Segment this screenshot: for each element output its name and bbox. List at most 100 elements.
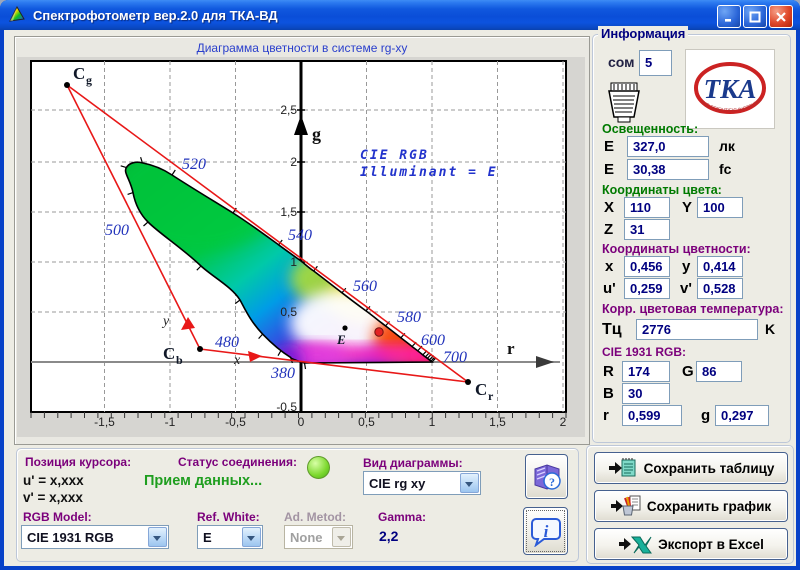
info-button[interactable]: i bbox=[523, 507, 568, 555]
point-e bbox=[342, 325, 347, 330]
chart-panel: Диаграмма цветности в системе rg-xy bbox=[14, 36, 590, 445]
save-table-label: Сохранить таблицу bbox=[644, 461, 775, 476]
rgb-model-value: CIE 1931 RGB bbox=[27, 530, 114, 545]
y-tick: 0,5 bbox=[280, 305, 297, 319]
x-tick: 1 bbox=[429, 415, 436, 429]
tka-logo-text: ТКА bbox=[704, 74, 757, 104]
save-graph-button[interactable]: Сохранить график bbox=[594, 490, 788, 522]
xyz-title: Координаты цвета: bbox=[602, 183, 722, 197]
ad-metod-value: None bbox=[290, 530, 323, 545]
cct-field[interactable]: 2776 bbox=[636, 319, 758, 340]
annotation-line2: Illuminant = E bbox=[360, 165, 498, 180]
r-field[interactable]: 174 bbox=[622, 361, 670, 382]
status-title: Статус соединения: bbox=[178, 455, 297, 469]
com-port-field[interactable]: 5 bbox=[639, 50, 672, 76]
serial-port-icon bbox=[601, 79, 647, 125]
cursor-v-value: v' = x,xxx bbox=[23, 490, 83, 505]
g-label: G bbox=[682, 363, 694, 380]
label-cr-sub: r bbox=[488, 389, 494, 403]
r-label: R bbox=[603, 363, 614, 380]
minimize-button[interactable] bbox=[717, 5, 741, 28]
diagram-view-combo[interactable]: CIE rg xy bbox=[363, 471, 481, 495]
gg-field[interactable]: 0,297 bbox=[715, 405, 769, 426]
cx-field[interactable]: 0,456 bbox=[624, 256, 670, 277]
illuminance-title: Освещенность: bbox=[602, 122, 698, 136]
close-icon bbox=[775, 11, 787, 23]
save-table-button[interactable]: Сохранить таблицу bbox=[594, 452, 788, 484]
g-axis-label: g bbox=[312, 124, 321, 144]
cy-field[interactable]: 0,414 bbox=[697, 256, 743, 277]
e-lux-unit: лк bbox=[719, 138, 735, 154]
b-field[interactable]: 30 bbox=[622, 383, 670, 404]
info-group-title: Информация bbox=[598, 26, 688, 41]
wavelength-label: 520 bbox=[182, 156, 206, 173]
diagram-view-dropdown-button[interactable] bbox=[460, 473, 479, 493]
svg-text:i: i bbox=[543, 522, 548, 541]
com-port-label: сом bbox=[608, 54, 635, 70]
e-fc-field[interactable]: 30,38 bbox=[627, 159, 709, 180]
x-tick: -0,5 bbox=[225, 415, 246, 429]
cct-label: Тц bbox=[602, 321, 622, 339]
y-field[interactable]: 100 bbox=[697, 197, 743, 218]
y-tick: 1,5 bbox=[280, 205, 297, 219]
app-icon bbox=[7, 5, 27, 25]
chevron-down-icon bbox=[247, 536, 255, 541]
label-cg: C bbox=[73, 64, 85, 83]
y-tick: 2,5 bbox=[280, 103, 297, 117]
gamma-title: Gamma: bbox=[378, 510, 426, 524]
wavelength-label: 380 bbox=[270, 365, 295, 382]
z-label: Z bbox=[604, 221, 613, 238]
annotation-line1: CIE RGB bbox=[360, 148, 429, 163]
ad-metod-combo: None bbox=[284, 525, 353, 549]
x-tick: 1,5 bbox=[489, 415, 506, 429]
ref-white-dropdown-button[interactable] bbox=[242, 527, 261, 547]
cu-field[interactable]: 0,259 bbox=[624, 278, 670, 299]
client-area: Диаграмма цветности в системе rg-xy bbox=[4, 30, 796, 566]
info-bubble-icon: i bbox=[530, 515, 562, 547]
rgb-model-combo[interactable]: CIE 1931 RGB bbox=[21, 525, 169, 549]
ref-white-combo[interactable]: E bbox=[197, 525, 263, 549]
wavelength-label: 500 bbox=[105, 222, 129, 239]
rr-field[interactable]: 0,599 bbox=[622, 405, 682, 426]
window-title: Спектрофотометр вер.2.0 для ТКА-ВД bbox=[33, 8, 278, 23]
cursor-u-value: u' = x,xxx bbox=[23, 473, 84, 488]
chevron-down-icon bbox=[153, 536, 161, 541]
ref-white-title: Ref. White: bbox=[197, 510, 260, 524]
export-excel-label: Экспорт в Excel bbox=[658, 537, 764, 552]
maximize-button[interactable] bbox=[743, 5, 767, 28]
x-tick: -1 bbox=[165, 415, 176, 429]
z-field[interactable]: 31 bbox=[624, 219, 670, 240]
rgb-model-title: RGB Model: bbox=[23, 510, 92, 524]
gamma-value: 2,2 bbox=[379, 528, 398, 544]
export-excel-button[interactable]: Экспорт в Excel bbox=[594, 528, 788, 560]
y-tick: 2 bbox=[290, 155, 297, 169]
rr-label: r bbox=[603, 407, 609, 424]
x-tick: 0 bbox=[298, 415, 305, 429]
wavelength-label: 580 bbox=[397, 309, 421, 326]
label-cb-sub: b bbox=[176, 353, 183, 367]
e-lux-field[interactable]: 327,0 bbox=[627, 136, 709, 157]
tka-logo: · ···· ··········· ·····················… bbox=[685, 49, 775, 129]
rgb-model-dropdown-button[interactable] bbox=[148, 527, 167, 547]
close-button[interactable] bbox=[769, 5, 793, 28]
save-graph-label: Сохранить график bbox=[647, 499, 771, 514]
chrom-title: Координаты цветности: bbox=[602, 242, 751, 256]
cx-label: x bbox=[605, 258, 613, 275]
x-field[interactable]: 110 bbox=[624, 197, 670, 218]
ad-metod-dropdown-button bbox=[332, 527, 351, 547]
chart-title: Диаграмма цветности в системе rg-xy bbox=[15, 41, 589, 55]
point-cr bbox=[465, 379, 471, 385]
e-lux-label: E bbox=[604, 138, 614, 155]
help-button[interactable]: ? bbox=[525, 454, 568, 499]
r-axis-label: r bbox=[507, 339, 515, 358]
mini-x-label: x bbox=[233, 353, 241, 368]
chromaticity-plot[interactable]: -1,5 -1 -0,5 0 0,5 1 1,5 2 2,5 2 1,5 1 0… bbox=[17, 57, 585, 437]
wavelength-label: 560 bbox=[353, 278, 377, 295]
diagram-view-value: CIE rg xy bbox=[369, 476, 425, 491]
gg-label: g bbox=[701, 407, 710, 424]
cv-field[interactable]: 0,528 bbox=[697, 278, 743, 299]
y-label: Y bbox=[682, 199, 692, 216]
g-field[interactable]: 86 bbox=[696, 361, 742, 382]
x-tick: -1,5 bbox=[94, 415, 115, 429]
diagram-view-title: Вид диаграммы: bbox=[363, 456, 463, 470]
